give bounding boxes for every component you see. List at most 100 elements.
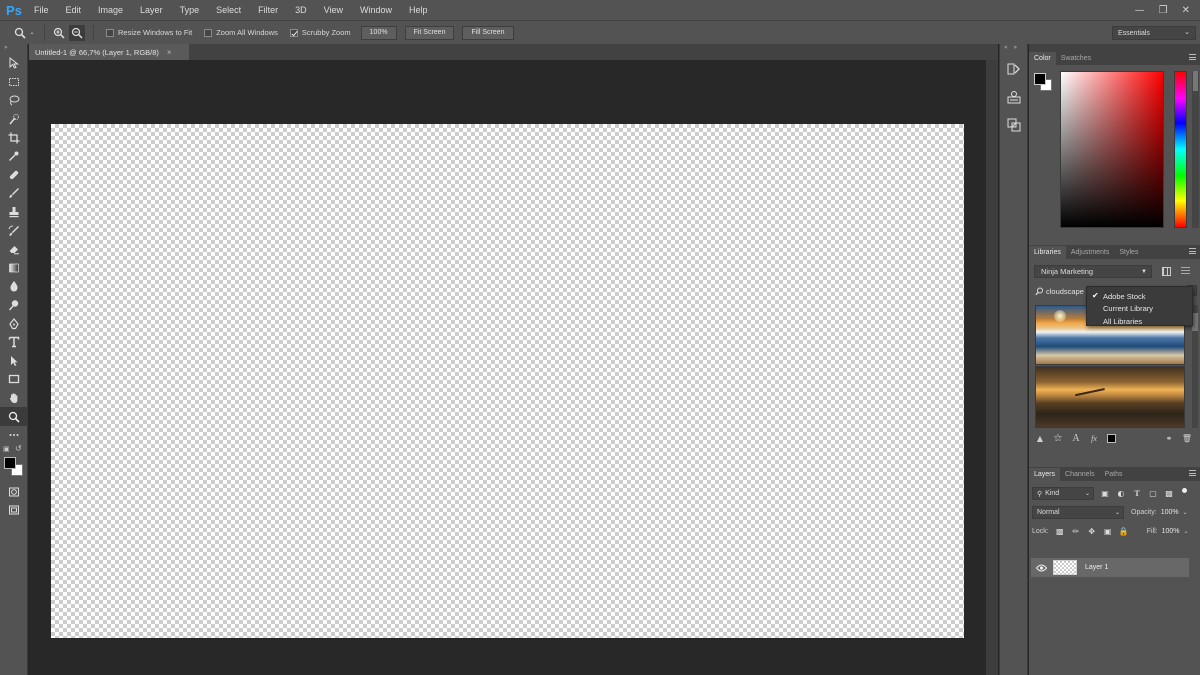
color-panel-scrollbar[interactable] xyxy=(1192,71,1199,228)
dodge-tool-icon[interactable] xyxy=(0,296,28,315)
character-style-icon[interactable]: A xyxy=(1071,433,1081,444)
restore-icon[interactable]: ❐ xyxy=(1159,5,1168,16)
tab-color[interactable]: Color xyxy=(1029,52,1056,65)
workspace-select[interactable]: Essentials ⌄ xyxy=(1112,26,1196,40)
grid-view-icon[interactable] xyxy=(1162,267,1171,276)
scrollbar-thumb[interactable] xyxy=(1193,71,1198,91)
quick-mask-icon[interactable] xyxy=(0,482,28,501)
brush-tool-icon[interactable] xyxy=(0,184,28,203)
lock-image-pixels-icon[interactable]: ✏ xyxy=(1071,527,1081,537)
fill-screen-button[interactable]: Fill Screen xyxy=(462,25,514,40)
upload-icon[interactable]: ▲ xyxy=(1035,433,1045,443)
scope-option-current-library[interactable]: Current Library xyxy=(1087,303,1192,316)
foreground-color-swatch[interactable] xyxy=(4,457,16,470)
scope-option-adobe-stock[interactable]: ✔ Adobe Stock xyxy=(1087,290,1192,303)
menu-edit[interactable]: Edit xyxy=(57,5,90,15)
adjustment-layer-filter-icon[interactable]: ◐ xyxy=(1116,489,1126,499)
scope-option-all-libraries[interactable]: All Libraries xyxy=(1087,315,1192,328)
checkbox-box[interactable] xyxy=(106,28,114,37)
chevron-down-icon[interactable]: ⌄ xyxy=(1184,528,1189,535)
close-icon[interactable]: ✕ xyxy=(1182,5,1190,16)
layer-style-icon[interactable]: fx xyxy=(1089,433,1099,443)
zoom-tool-active-icon[interactable] xyxy=(0,407,28,426)
history-brush-tool-icon[interactable] xyxy=(0,221,28,240)
tab-styles[interactable]: Styles xyxy=(1114,246,1143,259)
layer-row[interactable]: Layer 1 xyxy=(1031,558,1189,577)
zoom-all-windows-checkbox[interactable]: Zoom All Windows xyxy=(204,28,278,37)
resize-windows-checkbox[interactable]: Resize Windows to Fit xyxy=(106,28,192,37)
quick-selection-tool-icon[interactable] xyxy=(0,110,28,129)
menu-file[interactable]: File xyxy=(25,5,57,15)
menu-filter[interactable]: Filter xyxy=(249,5,286,15)
smart-object-filter-icon[interactable]: ▩ xyxy=(1164,489,1174,499)
pen-tool-icon[interactable] xyxy=(0,314,28,333)
screen-mode-icon[interactable] xyxy=(0,501,28,520)
document-tab[interactable]: Untitled-1 @ 66,7% (Layer 1, RGB/8) × xyxy=(29,44,189,60)
tab-paths[interactable]: Paths xyxy=(1100,468,1128,481)
checkbox-box-checked[interactable] xyxy=(289,28,298,37)
lock-position-icon[interactable]: ✥ xyxy=(1087,527,1097,537)
marquee-tool-icon[interactable] xyxy=(0,73,28,92)
stock-image-sunset-pier[interactable] xyxy=(1035,366,1185,428)
add-graphic-icon[interactable]: ⚝ xyxy=(1053,433,1063,443)
default-colors-icon[interactable]: ▣ xyxy=(3,445,10,453)
library-select[interactable]: Ninja Marketing ▼ xyxy=(1034,265,1152,278)
move-tool-icon[interactable] xyxy=(0,54,28,73)
lock-transparent-pixels-icon[interactable]: ▩ xyxy=(1055,527,1065,537)
zoom-out-icon[interactable] xyxy=(69,24,85,41)
shape-layer-filter-icon[interactable]: ▢ xyxy=(1148,489,1158,499)
blend-mode-select[interactable]: Normal ⌄ xyxy=(1032,506,1124,519)
gradient-tool-icon[interactable] xyxy=(0,259,28,278)
foreground-color-swatch[interactable] xyxy=(1034,73,1046,85)
history-panel-icon[interactable] xyxy=(1000,55,1028,83)
rectangle-tool-icon[interactable] xyxy=(0,370,28,389)
scrubby-zoom-checkbox[interactable]: Scrubby Zoom xyxy=(289,28,351,37)
opacity-value[interactable]: 100% xyxy=(1161,509,1179,516)
tab-layers[interactable]: Layers xyxy=(1029,468,1061,481)
hand-tool-icon[interactable] xyxy=(0,389,28,408)
clone-stamp-tool-icon[interactable] xyxy=(0,203,28,222)
menu-image[interactable]: Image xyxy=(89,5,131,15)
menu-layer[interactable]: Layer xyxy=(131,5,171,15)
canvas-workspace[interactable] xyxy=(29,60,986,675)
properties-panel-icon[interactable] xyxy=(1000,83,1028,111)
menu-3d[interactable]: 3D xyxy=(286,5,315,15)
menu-select[interactable]: Select xyxy=(207,5,249,15)
zoom-100-button[interactable]: 100% xyxy=(360,25,397,40)
tab-libraries[interactable]: Libraries xyxy=(1029,246,1066,259)
more-tools-icon[interactable] xyxy=(0,426,28,445)
path-selection-tool-icon[interactable] xyxy=(0,352,28,371)
panel-menu-icon[interactable] xyxy=(1189,248,1196,254)
tool-preset-chevron-icon[interactable]: ⌄ xyxy=(28,25,36,41)
vertical-scrollbar[interactable] xyxy=(986,60,998,675)
fill-value[interactable]: 100% xyxy=(1162,528,1180,535)
panel-menu-icon[interactable] xyxy=(1189,470,1196,476)
tab-channels[interactable]: Channels xyxy=(1060,468,1100,481)
zoom-tool-icon[interactable] xyxy=(12,25,28,41)
adjustments-panel-icon[interactable] xyxy=(1000,111,1028,139)
healing-brush-tool-icon[interactable] xyxy=(0,166,28,185)
layer-thumbnail[interactable] xyxy=(1053,560,1077,575)
zoom-in-icon[interactable] xyxy=(51,25,67,41)
menu-view[interactable]: View xyxy=(315,5,351,15)
swap-colors-icon[interactable]: ↺ xyxy=(15,444,22,453)
close-icon[interactable]: × xyxy=(167,48,172,57)
hue-slider[interactable] xyxy=(1174,71,1187,228)
menu-window[interactable]: Window xyxy=(351,5,400,15)
layer-name[interactable]: Layer 1 xyxy=(1085,564,1108,571)
color-saturation-field[interactable] xyxy=(1060,71,1164,228)
collapse-arrows-icon[interactable]: » xyxy=(0,44,27,54)
eyedropper-tool-icon[interactable] xyxy=(0,147,28,166)
filter-toggle-icon[interactable] xyxy=(1182,488,1187,493)
fit-screen-button[interactable]: Fit Screen xyxy=(404,25,455,40)
transparent-canvas[interactable] xyxy=(51,124,964,638)
lock-artboard-icon[interactable]: ▣ xyxy=(1103,527,1113,537)
blur-tool-icon[interactable] xyxy=(0,277,28,296)
list-view-icon[interactable] xyxy=(1181,267,1190,276)
panel-menu-icon[interactable] xyxy=(1189,54,1196,60)
lock-all-icon[interactable]: 🔒 xyxy=(1119,527,1129,537)
minimize-icon[interactable]: — xyxy=(1135,5,1145,16)
eye-icon[interactable] xyxy=(1034,558,1048,577)
chevron-down-icon[interactable]: ⌄ xyxy=(1183,509,1188,516)
layer-kind-filter-select[interactable]: ⚲ Kind ⌄ xyxy=(1032,487,1094,500)
